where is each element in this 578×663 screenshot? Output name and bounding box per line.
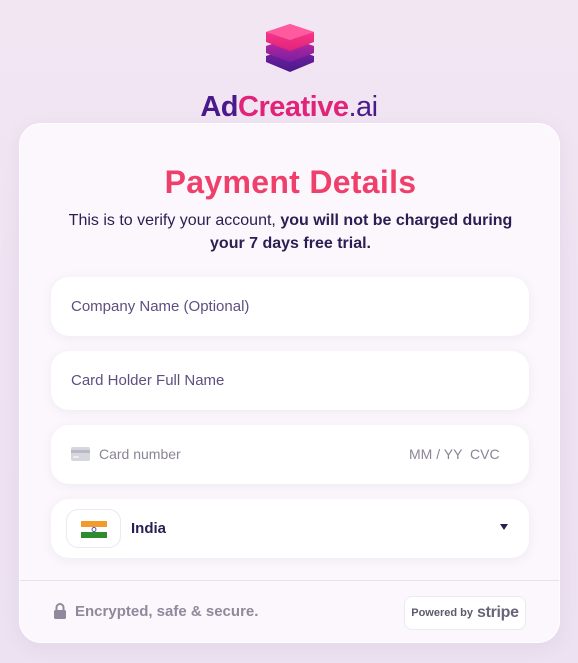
logo-part-creative: Creative bbox=[238, 91, 349, 123]
brand-logo: AdCreative.ai bbox=[0, 22, 578, 122]
country-selected-value: India bbox=[131, 520, 167, 537]
card-holder-input[interactable] bbox=[51, 351, 529, 410]
india-flag-icon bbox=[81, 521, 107, 538]
payment-card: Payment Details This is to verify your a… bbox=[19, 123, 560, 643]
card-holder-field[interactable] bbox=[51, 351, 529, 410]
brand-wordmark: AdCreative.ai bbox=[0, 92, 578, 122]
card-expiry-input[interactable]: MM / YY bbox=[409, 425, 462, 484]
card-number-input[interactable]: Card number bbox=[99, 425, 181, 484]
company-name-field[interactable] bbox=[51, 277, 529, 336]
layers-logo-icon bbox=[266, 24, 314, 72]
footer-divider bbox=[20, 580, 559, 581]
credit-card-icon bbox=[71, 447, 90, 461]
company-name-input[interactable] bbox=[51, 277, 529, 336]
card-details-field[interactable]: Card number MM / YY CVC bbox=[51, 425, 529, 484]
flag-container bbox=[66, 509, 121, 548]
powered-by-stripe-badge[interactable]: Powered by stripe bbox=[404, 596, 526, 630]
subtitle-text: This is to verify your account, bbox=[68, 212, 281, 229]
stripe-wordmark: stripe bbox=[476, 604, 519, 621]
lock-icon bbox=[54, 603, 66, 619]
page-title: Payment Details bbox=[164, 164, 417, 200]
country-select[interactable]: India bbox=[51, 499, 529, 558]
card-cvc-input[interactable]: CVC bbox=[470, 425, 500, 484]
logo-part-ad: Ad bbox=[200, 91, 239, 123]
page-subtitle: This is to verify your account, you will… bbox=[50, 209, 531, 255]
logo-part-ai: .ai bbox=[348, 91, 379, 123]
security-note: Encrypted, safe & secure. bbox=[75, 603, 259, 620]
powered-by-label: Powered by bbox=[411, 607, 473, 619]
caret-down-icon bbox=[500, 524, 508, 530]
